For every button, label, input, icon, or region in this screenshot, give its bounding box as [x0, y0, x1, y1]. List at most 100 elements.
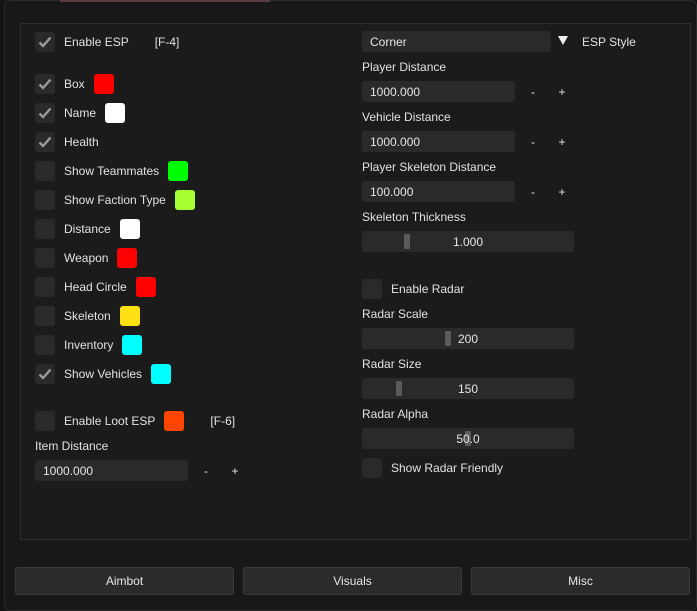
skeleton-checkbox[interactable]	[35, 306, 55, 326]
radar-alpha-label: Radar Alpha	[362, 407, 429, 421]
radar-alpha-value: 50.0	[456, 431, 480, 446]
loot-esp-color-swatch[interactable]	[164, 411, 185, 431]
radar-size-value: 150	[457, 381, 479, 396]
enable-loot-esp-checkbox[interactable]	[35, 411, 55, 431]
show-radar-friendly-row: Show Radar Friendly	[362, 458, 503, 478]
radar-scale-label: Radar Scale	[362, 307, 429, 321]
checkmark-icon	[38, 136, 52, 148]
show-teammates-color-swatch[interactable]	[168, 161, 189, 181]
slider-grab-handle[interactable]	[396, 381, 402, 396]
skeleton-distance-input[interactable]: 100.000	[362, 181, 515, 202]
vehicle-distance-increment-button[interactable]: +	[552, 131, 572, 152]
show-faction-type-row: Show Faction Type	[35, 190, 195, 210]
show-vehicles-row: Show Vehicles	[35, 364, 172, 384]
enable-radar-checkbox[interactable]	[362, 279, 382, 299]
item-distance-increment-button[interactable]: +	[225, 460, 245, 481]
box-checkbox[interactable]	[35, 74, 55, 94]
name-label: Name	[64, 106, 97, 120]
health-checkbox[interactable]	[35, 132, 55, 152]
esp-style-label: ESP Style	[582, 35, 636, 49]
distance-checkbox[interactable]	[35, 219, 55, 239]
distance-label: Distance	[64, 222, 111, 236]
weapon-checkbox[interactable]	[35, 248, 55, 268]
inventory-row: Inventory	[35, 335, 143, 355]
radar-scale-slider[interactable]: 200	[362, 328, 574, 349]
head-circle-label: Head Circle	[64, 280, 127, 294]
skeleton-distance-increment-button[interactable]: +	[552, 181, 572, 202]
show-faction-type-label: Show Faction Type	[64, 193, 166, 207]
skeleton-distance-label: Player Skeleton Distance	[362, 160, 497, 174]
radar-scale-value: 200	[457, 331, 479, 346]
vehicle-distance-label: Vehicle Distance	[362, 110, 451, 124]
skeleton-color-swatch[interactable]	[119, 306, 140, 326]
esp-style-dropdown[interactable]: Corner	[362, 31, 551, 52]
show-vehicles-label: Show Vehicles	[64, 367, 143, 381]
skeleton-thickness-label: Skeleton Thickness	[362, 210, 466, 224]
inventory-checkbox[interactable]	[35, 335, 55, 355]
tab-aimbot[interactable]: Aimbot	[15, 567, 234, 595]
enable-loot-esp-row: Enable Loot ESP [F-6]	[35, 411, 235, 431]
distance-row: Distance	[35, 219, 140, 239]
enable-radar-row: Enable Radar	[362, 279, 464, 299]
checkmark-icon	[38, 368, 52, 380]
loot-esp-hotkey[interactable]: [F-6]	[210, 414, 235, 428]
show-vehicles-color-swatch[interactable]	[151, 364, 172, 384]
show-faction-type-color-swatch[interactable]	[174, 190, 195, 210]
show-radar-friendly-checkbox[interactable]	[362, 458, 382, 478]
name-checkbox[interactable]	[35, 103, 55, 123]
health-row: Health	[35, 132, 99, 152]
dropdown-arrow-icon[interactable]	[558, 36, 568, 45]
checkmark-icon	[38, 107, 52, 119]
head-circle-color-swatch[interactable]	[135, 277, 156, 297]
inventory-color-swatch[interactable]	[122, 335, 143, 355]
skeleton-distance-decrement-button[interactable]: -	[523, 181, 543, 202]
inventory-label: Inventory	[64, 338, 114, 352]
radar-size-slider[interactable]: 150	[362, 378, 574, 399]
vehicle-distance-decrement-button[interactable]: -	[523, 131, 543, 152]
esp-style-value: Corner	[370, 34, 407, 49]
item-distance-decrement-button[interactable]: -	[196, 460, 216, 481]
checkmark-icon	[38, 78, 52, 90]
enable-esp-row: Enable ESP [F-4]	[35, 32, 179, 52]
head-circle-row: Head Circle	[35, 277, 156, 297]
player-distance-increment-button[interactable]: +	[552, 81, 572, 102]
slider-grab-handle[interactable]	[404, 234, 410, 249]
skeleton-row: Skeleton	[35, 306, 140, 326]
box-color-swatch[interactable]	[93, 74, 114, 94]
show-teammates-row: Show Teammates	[35, 161, 189, 181]
health-label: Health	[64, 135, 99, 149]
weapon-row: Weapon	[35, 248, 138, 268]
enable-radar-label: Enable Radar	[391, 282, 465, 296]
show-teammates-label: Show Teammates	[64, 164, 160, 178]
show-faction-type-checkbox[interactable]	[35, 190, 55, 210]
item-distance-label: Item Distance	[35, 439, 109, 453]
enable-esp-checkbox[interactable]	[35, 32, 55, 52]
radar-alpha-slider[interactable]: 50.0	[362, 428, 574, 449]
skeleton-label: Skeleton	[64, 309, 111, 323]
skeleton-thickness-slider[interactable]: 1.000	[362, 231, 574, 252]
window-title-bar-fragment	[60, 0, 270, 2]
tab-visuals[interactable]: Visuals	[243, 567, 462, 595]
name-color-swatch[interactable]	[105, 103, 126, 123]
player-distance-input[interactable]: 1000.000	[362, 81, 515, 102]
show-teammates-checkbox[interactable]	[35, 161, 55, 181]
player-distance-decrement-button[interactable]: -	[523, 81, 543, 102]
radar-size-label: Radar Size	[362, 357, 422, 371]
distance-color-swatch[interactable]	[119, 219, 140, 239]
show-vehicles-checkbox[interactable]	[35, 364, 55, 384]
player-distance-label: Player Distance	[362, 60, 447, 74]
name-row: Name	[35, 103, 126, 123]
item-distance-input[interactable]: 1000.000	[35, 460, 188, 481]
enable-esp-label: Enable ESP	[64, 35, 129, 49]
checkmark-icon	[38, 36, 52, 48]
box-label: Box	[64, 77, 85, 91]
slider-grab-handle[interactable]	[445, 331, 451, 346]
weapon-label: Weapon	[64, 251, 109, 265]
box-row: Box	[35, 74, 114, 94]
vehicle-distance-input[interactable]: 1000.000	[362, 131, 515, 152]
enable-esp-hotkey[interactable]: [F-4]	[155, 35, 180, 49]
tab-misc[interactable]: Misc	[471, 567, 690, 595]
weapon-color-swatch[interactable]	[117, 248, 138, 268]
show-radar-friendly-label: Show Radar Friendly	[391, 461, 504, 475]
head-circle-checkbox[interactable]	[35, 277, 55, 297]
